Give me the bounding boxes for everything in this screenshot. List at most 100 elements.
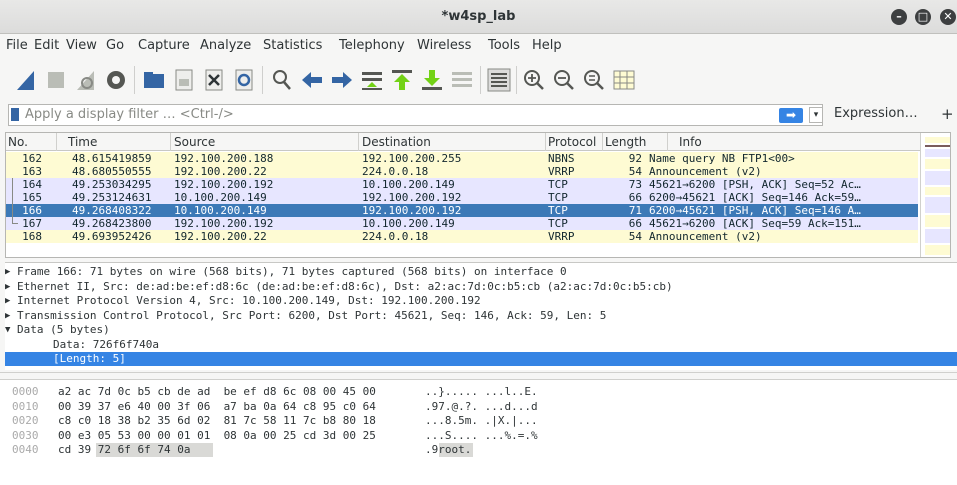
hex-bytes[interactable]: 00 39 37 e6 40 00 3f 06 a7 ba 0a 64 c8 9… <box>58 400 376 414</box>
menu-help[interactable]: Help <box>532 38 562 53</box>
detail-tree-item[interactable]: [Length: 5] <box>5 352 957 366</box>
detail-tree-item[interactable]: ▶ Internet Protocol Version 4, Src: 10.10… <box>5 294 957 308</box>
packet-details-pane[interactable]: ▶ Frame 166: 71 bytes on wire (568 bits),… <box>5 262 957 370</box>
menu-wireless[interactable]: Wireless <box>417 38 471 53</box>
close-icon[interactable]: ✕ <box>940 9 956 25</box>
menu-view[interactable]: View <box>66 38 97 53</box>
menu-edit[interactable]: Edit <box>34 38 59 53</box>
packet-row[interactable]: 167 49.268423800 192.100.200.192 10.100.200… <box>6 217 918 230</box>
toolbar-separator <box>480 66 481 94</box>
stop-icon[interactable] <box>44 68 68 92</box>
resize-columns-icon[interactable] <box>612 68 636 92</box>
column-header-info[interactable]: Info <box>679 134 702 150</box>
hex-offset: 0030 <box>12 428 39 442</box>
packet-cell-src: 192.100.200.192 <box>174 178 274 191</box>
zoom-out-icon[interactable] <box>552 68 576 92</box>
go-first-icon[interactable] <box>390 68 414 92</box>
save-file-icon[interactable] <box>172 68 196 92</box>
packet-cell-src: 192.100.200.192 <box>174 217 274 230</box>
restart-icon[interactable] <box>74 68 98 92</box>
menu-capture[interactable]: Capture <box>138 38 190 53</box>
go-forward-icon[interactable] <box>330 68 354 92</box>
zoom-reset-icon[interactable] <box>582 68 606 92</box>
expression-button[interactable]: Expression… <box>834 106 918 121</box>
go-back-icon[interactable] <box>300 68 324 92</box>
detail-tree-item[interactable]: ▼ Data (5 bytes) <box>5 323 957 337</box>
menu-telephony[interactable]: Telephony <box>339 38 405 53</box>
auto-scroll-icon[interactable] <box>450 68 474 92</box>
hex-bytes[interactable]: cd 39 72 6f 6f 74 0a <box>58 443 190 457</box>
menu-file[interactable]: File <box>6 38 28 53</box>
packet-minimap[interactable] <box>920 133 950 257</box>
expanded-arrow-icon[interactable]: ▼ <box>5 323 10 337</box>
column-header-no[interactable]: No. <box>8 134 28 150</box>
packet-row[interactable]: 165 49.253124631 10.100.200.149 192.100.200… <box>6 191 918 204</box>
packet-cell-no: 164 <box>22 178 42 191</box>
packet-bytes-pane[interactable]: 0000 a2 ac 7d 0c b5 cb de ad be ef d8 6c … <box>0 380 957 485</box>
collapsed-arrow-icon[interactable]: ▶ <box>5 280 10 294</box>
packet-cell-src: 10.100.200.149 <box>174 204 267 217</box>
maximize-icon[interactable]: □ <box>915 9 931 25</box>
packet-row[interactable]: 166 49.268408322 10.100.200.149 192.100.200… <box>6 204 918 217</box>
open-folder-icon[interactable] <box>142 68 166 92</box>
go-to-packet-icon[interactable] <box>360 68 384 92</box>
packet-cell-time: 48.615419859 <box>72 152 152 165</box>
add-filter-button[interactable]: + <box>941 105 954 123</box>
close-file-icon[interactable] <box>202 68 226 92</box>
packet-cell-dst: 192.100.200.255 <box>362 152 462 165</box>
zoom-in-icon[interactable] <box>522 68 546 92</box>
pane-splitter[interactable] <box>0 372 957 380</box>
hex-offset: 0020 <box>12 414 39 427</box>
ascii-bytes[interactable]: .9root. <box>425 443 471 457</box>
collapsed-arrow-icon[interactable]: ▶ <box>5 265 10 279</box>
ascii-bytes[interactable]: ...8.5m. .|X.|... <box>425 414 538 428</box>
collapsed-arrow-icon[interactable]: ▶ <box>5 294 10 308</box>
menu-go[interactable]: Go <box>106 38 124 53</box>
bookmark-icon[interactable] <box>11 108 19 121</box>
window-titlebar: *w4sp_lab – □ ✕ <box>0 0 957 34</box>
detail-tree-item[interactable]: ▶ Ethernet II, Src: de:ad:be:ef:d8:6c (de… <box>5 280 957 294</box>
hex-bytes[interactable]: c8 c0 18 38 b2 35 6d 02 81 7c 58 11 7c b… <box>58 414 376 428</box>
column-header-source[interactable]: Source <box>174 134 215 150</box>
hex-bytes[interactable]: 00 e3 05 53 00 00 01 01 08 0a 00 25 cd 3… <box>58 429 376 443</box>
apply-filter-button[interactable]: ➡ <box>779 108 803 123</box>
detail-tree-item[interactable]: Data: 726f6f740a <box>5 338 957 352</box>
detail-tree-item[interactable]: ▶ Transmission Control Protocol, Src Port… <box>5 309 957 323</box>
packet-cell-time: 49.253034295 <box>72 178 152 191</box>
ascii-bytes[interactable]: ..}..... ...l..E. <box>425 385 538 399</box>
collapsed-arrow-icon[interactable]: ▶ <box>5 309 10 323</box>
column-header-destination[interactable]: Destination <box>362 134 431 150</box>
hex-offset: 0000 <box>12 385 39 398</box>
packet-row[interactable]: 163 48.680550555 192.100.200.22 224.0.0.18 V… <box>6 165 918 178</box>
packet-list-pane[interactable]: No. Time Source Destination Protocol Len… <box>5 132 951 258</box>
packet-row[interactable]: 162 48.615419859 192.100.200.188 192.100.20… <box>6 152 918 165</box>
packet-cell-time: 49.268423800 <box>72 217 152 230</box>
detail-text: Frame 166: 71 bytes on wire (568 bits), … <box>17 265 567 278</box>
menu-tools[interactable]: Tools <box>488 38 520 53</box>
packet-cell-time: 49.268408322 <box>72 204 152 217</box>
column-header-protocol[interactable]: Protocol <box>548 134 596 150</box>
find-icon[interactable] <box>270 68 294 92</box>
options-gear-icon[interactable] <box>104 68 128 92</box>
detail-tree-item[interactable]: ▶ Frame 166: 71 bytes on wire (568 bits),… <box>5 265 957 279</box>
filter-history-dropdown[interactable]: ▾ <box>809 107 823 123</box>
toolbar-separator <box>134 66 135 94</box>
shark-fin-start-icon[interactable] <box>14 68 38 92</box>
menu-analyze[interactable]: Analyze <box>200 38 251 53</box>
reload-icon[interactable] <box>232 68 256 92</box>
hex-bytes[interactable]: a2 ac 7d 0c b5 cb de ad be ef d8 6c 08 0… <box>58 385 376 399</box>
packet-cell-len: 54 <box>628 165 642 178</box>
packet-cell-len: 66 <box>628 217 642 230</box>
ascii-bytes[interactable]: .97.@.?. ...d...d <box>425 400 538 414</box>
menu-statistics[interactable]: Statistics <box>263 38 322 53</box>
go-last-icon[interactable] <box>420 68 444 92</box>
colorize-icon[interactable] <box>487 68 511 92</box>
minimize-icon[interactable]: – <box>891 9 907 25</box>
packet-cell-len: 54 <box>628 230 642 243</box>
packet-row[interactable]: 164 49.253034295 192.100.200.192 10.100.200… <box>6 178 918 191</box>
column-header-time[interactable]: Time <box>68 134 97 150</box>
column-header-length[interactable]: Length <box>605 134 646 150</box>
ascii-bytes[interactable]: ...S.... ...%.=.% <box>425 429 538 443</box>
packet-row[interactable]: 168 49.693952426 192.100.200.22 224.0.0.18 V… <box>6 230 918 243</box>
display-filter-input[interactable]: Apply a display filter … <Ctrl-/> <box>8 104 823 126</box>
